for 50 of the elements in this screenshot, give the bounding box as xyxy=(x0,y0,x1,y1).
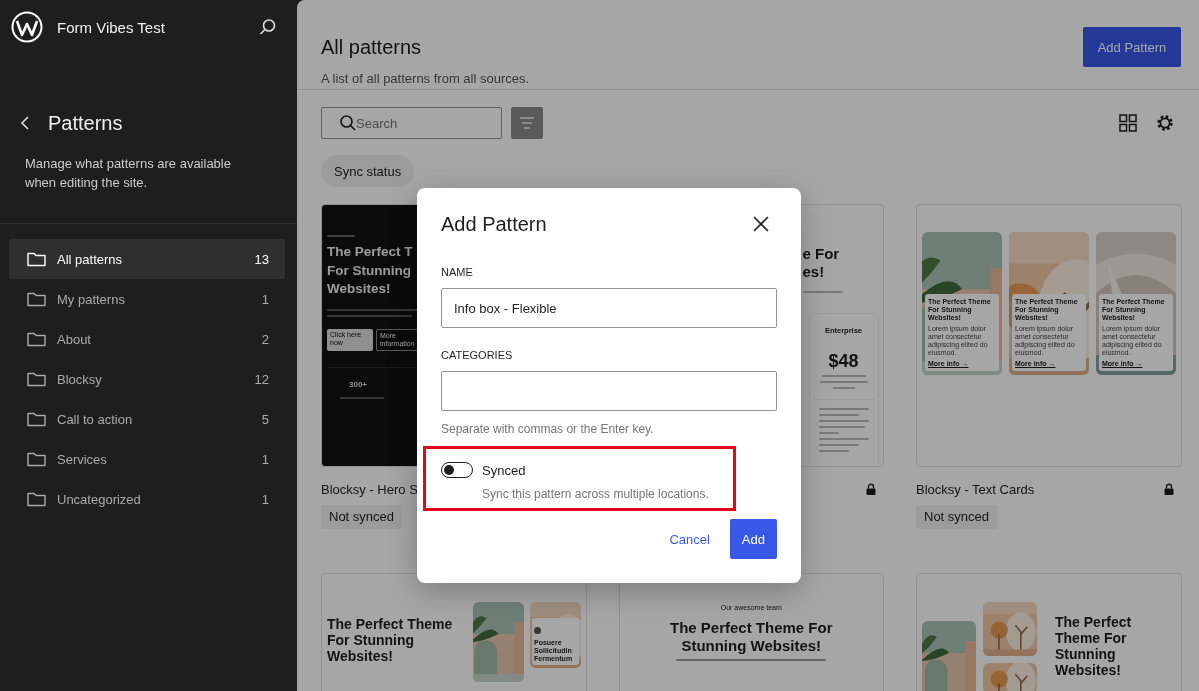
preview-heading: e For es! xyxy=(802,245,841,281)
nav-item[interactable]: Call to action 5 xyxy=(9,399,285,439)
item-count: 12 xyxy=(254,371,269,387)
field-label: CATEGORIES xyxy=(441,349,514,361)
nav-label: Services xyxy=(57,451,108,467)
pattern-title: Blocksy - Text Cards xyxy=(916,481,1035,497)
nav-label: My patterns xyxy=(57,291,126,307)
section-description: Manage what patterns are available when editing the site. xyxy=(24,155,232,192)
item-count: 1 xyxy=(261,491,269,507)
nav-label: Call to action xyxy=(57,411,134,427)
preview-heading: The Perfect Theme For Stunning Websites! xyxy=(327,616,454,664)
stat-number: 300+ xyxy=(349,379,369,389)
toggle-label: Synced xyxy=(482,462,526,478)
pattern-preview[interactable]: The Perfect Theme For Stunning Websites! xyxy=(916,573,1182,691)
sync-status: Not synced xyxy=(916,505,998,529)
add-pattern-button[interactable]: Add Pattern xyxy=(1083,27,1181,67)
item-count: 2 xyxy=(261,331,269,347)
pattern-title: Blocksy - Hero S xyxy=(321,481,418,497)
nav-item[interactable]: My patterns 1 xyxy=(9,279,285,319)
preview-heading: The Perfect Theme For Stunning Websites! xyxy=(668,619,834,655)
sync-status: Not synced xyxy=(321,505,403,529)
section-title: Patterns xyxy=(48,111,123,135)
nav-label: Blocksy xyxy=(57,371,103,387)
item-count: 5 xyxy=(261,411,269,427)
nav-item[interactable]: Uncategorized 1 xyxy=(9,479,285,519)
modal-title: Add Pattern xyxy=(441,212,547,236)
item-count: 1 xyxy=(261,451,269,467)
preview-heading: The Perfect T For Stunning Websites! xyxy=(327,243,413,298)
nav-item[interactable]: All patterns 13 xyxy=(9,239,285,279)
nav-label: Uncategorized xyxy=(57,491,142,507)
price: $48 xyxy=(827,351,860,371)
add-button[interactable]: Add xyxy=(729,519,777,559)
filter-chip[interactable]: Sync status xyxy=(321,155,415,187)
nav-label: All patterns xyxy=(57,251,124,267)
page-subtitle: A list of all patterns from all sources. xyxy=(321,70,530,88)
nav-item[interactable]: About 2 xyxy=(9,319,285,359)
item-count: 1 xyxy=(261,291,269,307)
field-label: NAME xyxy=(441,266,474,278)
nav-item[interactable]: Services 1 xyxy=(9,439,285,479)
search-field[interactable]: Search xyxy=(321,107,502,139)
toggle-description: Sync this pattern across multiple locations. xyxy=(482,487,710,501)
nav-item[interactable]: Blocksy 12 xyxy=(9,359,285,399)
nav-label: About xyxy=(57,331,92,347)
name-field[interactable]: Info box - Flexible xyxy=(441,288,777,328)
help-text: Separate with commas or the Enter key. xyxy=(441,421,655,437)
item-count: 13 xyxy=(254,251,269,267)
cancel-button[interactable]: Cancel xyxy=(661,519,718,559)
preview-heading: The Perfect Theme For Stunning Websites! xyxy=(1055,614,1133,680)
site-title[interactable]: Form Vibes Test xyxy=(57,18,245,36)
page-title: All patterns xyxy=(321,35,423,60)
